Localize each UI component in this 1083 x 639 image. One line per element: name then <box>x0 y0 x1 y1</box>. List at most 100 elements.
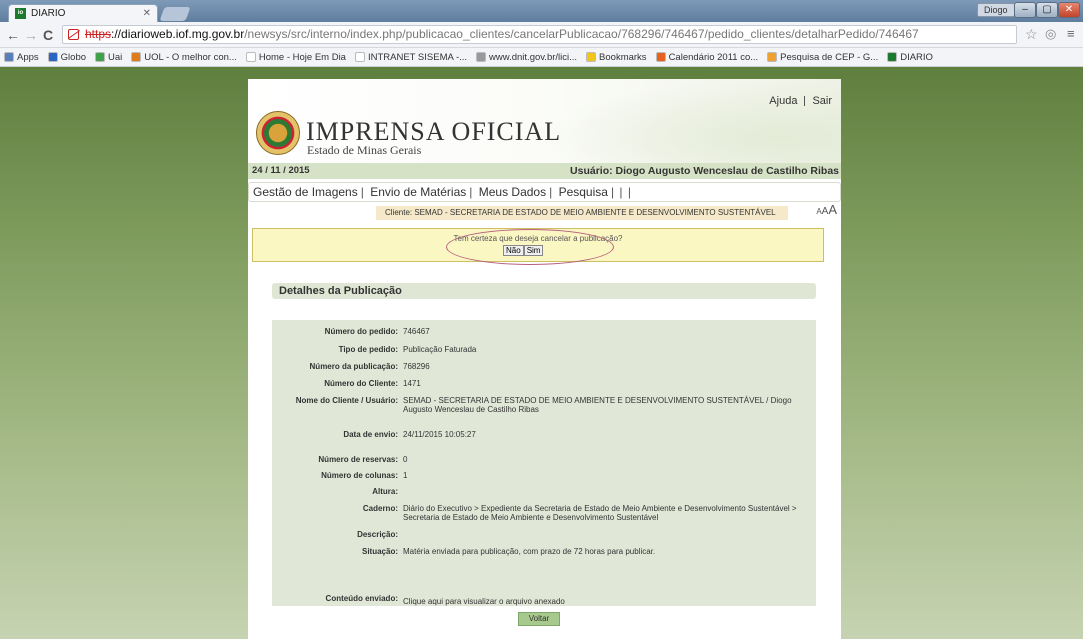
menu-meus-dados[interactable]: Meus Dados <box>477 185 548 199</box>
font-large-button[interactable]: A <box>828 202 837 217</box>
detail-value: Matéria enviada para publicação, com pra… <box>403 547 656 556</box>
bookmark-label: Globo <box>60 51 87 63</box>
bookmark-icon <box>245 52 256 62</box>
bookmark-label: INTRANET SISEMA -... <box>367 51 468 63</box>
bookmark-item[interactable]: Bookmarks <box>586 52 647 63</box>
current-date: 24 / 11 / 2015 <box>252 165 310 176</box>
detail-label: Conteúdo enviado: <box>325 594 398 603</box>
logout-link[interactable]: Sair <box>807 95 837 107</box>
detail-label: Número de colunas: <box>321 471 398 480</box>
window-titlebar: io DIARIO ✕ Diogo – ▢ ✕ <box>0 0 1083 22</box>
detail-value: Diário do Executivo > Expediente da Secr… <box>403 504 797 522</box>
extension-icon[interactable]: ◎ <box>1045 26 1056 42</box>
bookmark-icon <box>47 52 58 62</box>
window-close-button[interactable]: ✕ <box>1058 2 1080 18</box>
bookmark-item[interactable]: www.dnit.gov.br/lici... <box>476 52 577 63</box>
detail-label: Nome do Cliente / Usuário: <box>295 396 398 405</box>
bookmark-icon <box>655 52 666 62</box>
reload-icon[interactable]: C <box>43 27 53 43</box>
bookmark-item[interactable]: Apps <box>4 52 39 63</box>
detail-label: Tipo de pedido: <box>338 345 398 354</box>
detail-label: Número do Cliente: <box>324 379 398 388</box>
bookmarks-bar: Apps Globo Uai UOL - O melhor con... Home - … <box>0 48 1083 67</box>
back-button[interactable]: Voltar <box>518 612 560 626</box>
menu-separator: | <box>610 185 615 199</box>
detail-label: Descrição: <box>357 530 398 539</box>
detail-label: Situação: <box>361 547 398 556</box>
window-user-badge[interactable]: Diogo <box>977 3 1015 17</box>
bookmark-item[interactable]: Globo <box>47 51 87 63</box>
bookmark-icon <box>767 52 778 62</box>
forward-arrow-icon[interactable]: → <box>24 27 38 43</box>
close-tab-icon[interactable]: ✕ <box>143 8 151 19</box>
logged-user: Usuário: Diogo Augusto Wenceslau de Cast… <box>570 165 839 177</box>
font-size-controls: AAA <box>816 203 837 219</box>
bookmark-label: Apps <box>17 51 39 63</box>
detail-label: Número da publicação: <box>309 362 398 371</box>
diario-favicon-icon: io <box>15 8 26 19</box>
bookmark-icon <box>586 52 597 62</box>
section-title: Detalhes da Publicação <box>272 283 816 299</box>
help-link[interactable]: Ajuda <box>764 95 802 107</box>
menu-pesquisa[interactable]: Pesquisa <box>557 185 610 199</box>
client-bar: Cliente: SEMAD - SECRETARIA DE ESTADO DE… <box>248 203 841 220</box>
publication-details: Número do pedido: 746467 Tipo de pedido: Pu… <box>272 320 816 606</box>
browser-menu-icon[interactable]: ≡ <box>1067 26 1075 41</box>
bookmark-star-icon[interactable]: ☆ <box>1025 26 1038 43</box>
user-bar: 24 / 11 / 2015 Usuário: Diogo Augusto We… <box>248 163 841 179</box>
attachment-link[interactable]: Clique aqui para visualizar o arquivo an… <box>403 597 808 606</box>
bookmark-icon <box>95 52 106 62</box>
url-domain: ://diarioweb.iof.mg.gov.br <box>111 27 245 41</box>
bookmark-item[interactable]: Calendário 2011 co... <box>655 51 759 63</box>
detail-value: 24/11/2015 10:05:27 <box>403 430 476 439</box>
bookmark-item[interactable]: DIARIO <box>887 52 933 63</box>
url-protocol: https <box>85 27 112 41</box>
detail-value: SEMAD - SECRETARIA DE ESTADO DE MEIO AMB… <box>403 396 792 414</box>
bookmark-label: DIARIO <box>900 51 933 63</box>
tab-title: DIARIO <box>31 8 66 19</box>
detail-value: 746467 <box>403 327 430 336</box>
bookmark-item[interactable]: Home - Hoje Em Dia <box>245 51 346 63</box>
bookmark-label: Calendário 2011 co... <box>668 51 759 63</box>
menu-separator: | <box>469 185 473 199</box>
menu-envio-materias[interactable]: Envio de Matérias <box>368 185 468 199</box>
detail-value: 1 <box>403 471 408 480</box>
browser-toolbar: ← → C https://diarioweb.iof.mg.gov.br/ne… <box>0 22 1083 48</box>
main-menu: Gestão de Imagens | Envio de Matérias | Me… <box>248 182 841 202</box>
bookmark-item[interactable]: INTRANET SISEMA -... <box>354 51 468 63</box>
bookmark-icon <box>887 52 898 62</box>
bookmark-icon <box>4 52 14 62</box>
bookmark-label: UOL - O melhor con... <box>144 51 237 63</box>
menu-gestao-imagens[interactable]: Gestão de Imagens <box>251 185 360 199</box>
header-decoration <box>541 79 841 163</box>
link-separator <box>804 96 806 106</box>
menu-separator: | <box>549 185 553 199</box>
minimize-button[interactable]: – <box>1014 2 1036 18</box>
address-bar[interactable]: https://diarioweb.iof.mg.gov.br/newsys/s… <box>62 25 1017 44</box>
menu-separator: | <box>619 185 623 199</box>
detail-label: Número do pedido: <box>324 327 398 336</box>
detail-label: Data de envio: <box>343 430 398 439</box>
annotation-ellipse <box>446 229 614 265</box>
site-header: IMPRENSA OFICIAL Estado de Minas Gerais … <box>248 79 841 163</box>
bookmark-icon <box>131 52 142 62</box>
maximize-button[interactable]: ▢ <box>1036 2 1058 18</box>
browser-tab[interactable]: io DIARIO ✕ <box>8 4 158 22</box>
site-container: IMPRENSA OFICIAL Estado de Minas Gerais … <box>248 79 841 639</box>
bookmark-item[interactable]: Uai <box>95 52 122 63</box>
detail-label: Caderno: <box>362 504 398 513</box>
bookmark-item[interactable]: UOL - O melhor con... <box>131 52 237 63</box>
bookmark-label: Pesquisa de CEP - G... <box>780 51 879 63</box>
detail-value: 768296 <box>403 362 430 371</box>
bookmark-icon <box>354 52 365 62</box>
url-path: /newsys/src/interno/index.php/publicacao… <box>244 27 919 41</box>
detail-label: Número de reservas: <box>318 455 398 464</box>
bookmark-item[interactable]: Pesquisa de CEP - G... <box>767 52 878 63</box>
bookmark-label: Home - Hoje Em Dia <box>258 51 346 63</box>
bookmark-icon <box>476 52 487 62</box>
back-arrow-icon[interactable]: ← <box>6 27 20 43</box>
site-subtitle: Estado de Minas Gerais <box>307 143 422 157</box>
detail-value: Publicação Faturada <box>403 345 477 354</box>
new-tab-button[interactable] <box>159 7 191 21</box>
minas-gerais-seal-icon <box>256 111 300 155</box>
